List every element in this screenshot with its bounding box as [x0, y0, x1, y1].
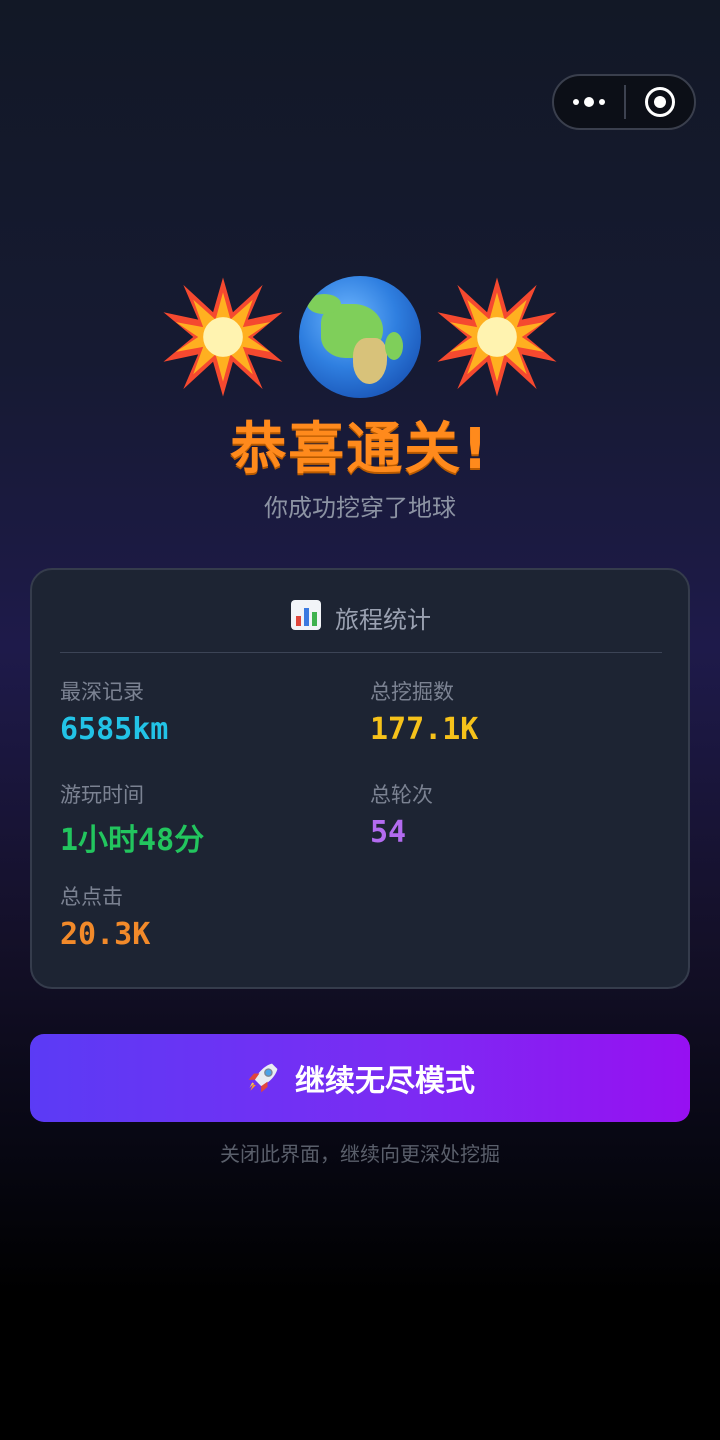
close-target-icon — [645, 87, 675, 117]
more-dots-icon-center — [584, 97, 594, 107]
stat-total-rounds: 总轮次 54 — [370, 779, 630, 850]
continue-endless-mode-label: 继续无尽模式 — [295, 1064, 475, 1099]
stat-label: 最深记录 — [60, 680, 144, 704]
page-title: 恭喜通关! — [230, 417, 490, 482]
stat-value: 54 — [370, 815, 407, 850]
page-subtitle: 你成功挖穿了地球 — [264, 494, 456, 522]
stat-total-dug: 总挖掘数 177.1K — [370, 676, 630, 747]
explosion-icon — [437, 277, 557, 397]
more-dots-icon-right — [599, 99, 605, 105]
rocket-icon — [248, 1063, 278, 1093]
card-header: 旅程统计 — [60, 600, 662, 653]
stat-play-time: 游玩时间 1小时48分 — [60, 779, 320, 859]
stat-total-clicks: 总点击 20.3K — [60, 881, 320, 952]
stat-label: 总点击 — [60, 885, 123, 909]
stat-value: 1小时48分 — [60, 823, 205, 858]
stat-value: 20.3K — [60, 917, 151, 952]
continue-endless-mode-button[interactable]: 继续无尽模式 — [30, 1034, 690, 1122]
explosion-icon — [163, 277, 283, 397]
earth-globe-icon — [299, 276, 421, 398]
stat-label: 总轮次 — [370, 783, 433, 807]
more-dots-icon — [573, 99, 579, 105]
card-header-label: 旅程统计 — [335, 606, 431, 634]
bar-chart-icon — [291, 600, 321, 630]
stat-value: 177.1K — [370, 712, 479, 747]
stat-value: 6585km — [60, 712, 169, 747]
stat-label: 总挖掘数 — [370, 680, 454, 704]
stat-label: 游玩时间 — [60, 783, 144, 807]
close-mini-program-button[interactable] — [626, 76, 694, 128]
hint-text: 关闭此界面，继续向更深处挖掘 — [220, 1142, 500, 1166]
hero-icons — [0, 272, 720, 402]
mini-program-capsule — [552, 74, 696, 130]
journey-stats-card: 旅程统计 最深记录 6585km 总挖掘数 177.1K 游玩时间 1小时48分… — [30, 568, 690, 989]
stat-deepest-record: 最深记录 6585km — [60, 676, 320, 747]
more-button[interactable] — [554, 76, 624, 128]
